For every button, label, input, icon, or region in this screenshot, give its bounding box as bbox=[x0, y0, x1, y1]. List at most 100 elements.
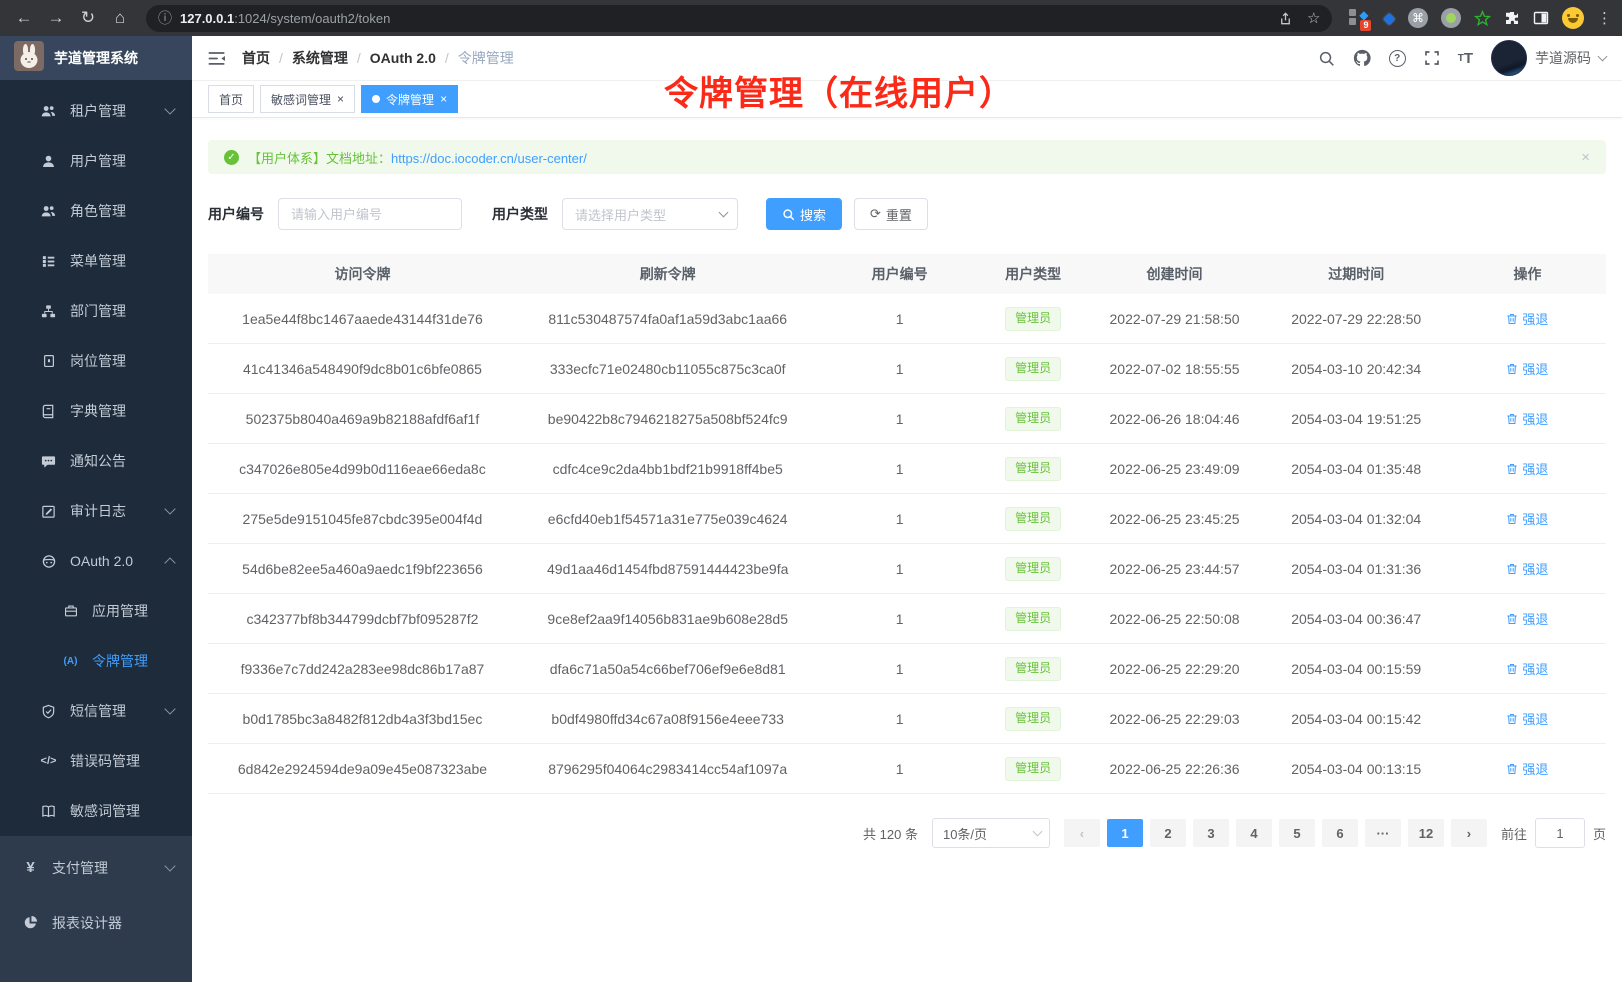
pager-page-button[interactable]: 12 bbox=[1408, 819, 1444, 847]
force-logout-button[interactable]: 强退 bbox=[1506, 609, 1548, 628]
access-token-cell: 502375b8040a469a9b82188afdf6af1f bbox=[208, 394, 517, 444]
access-token-cell: 1ea5e44f8bc1467aaede43144f31de76 bbox=[208, 294, 517, 344]
access-token-cell: 41c41346a548490f9dc8b01c6bfe0865 bbox=[208, 344, 517, 394]
user-id-input[interactable] bbox=[278, 198, 462, 230]
user-type-badge: 管理员 bbox=[1005, 657, 1061, 681]
fullscreen-icon[interactable] bbox=[1424, 50, 1440, 66]
force-logout-button[interactable]: 强退 bbox=[1506, 559, 1548, 578]
tab-item[interactable]: 敏感词管理× bbox=[260, 85, 355, 113]
tab-item[interactable]: 首页 bbox=[208, 85, 254, 113]
browser-home-button[interactable]: ⌂ bbox=[106, 4, 134, 32]
delete-trash-icon bbox=[1506, 513, 1518, 525]
force-logout-button[interactable]: 强退 bbox=[1506, 409, 1548, 428]
extension-command-icon[interactable]: ⌘ bbox=[1408, 8, 1428, 28]
tab-close-icon[interactable]: × bbox=[337, 93, 344, 105]
sidebar-item-label: 审计日志 bbox=[70, 501, 126, 521]
sidebar-collapse-icon[interactable] bbox=[208, 51, 226, 66]
create-time-cell: 2022-06-25 23:45:25 bbox=[1086, 494, 1264, 544]
tab-active[interactable]: 令牌管理× bbox=[361, 85, 458, 113]
pager-page-button[interactable]: 2 bbox=[1150, 819, 1186, 847]
browser-address-bar[interactable]: ⓘ 127.0.0.1:1024/system/oauth2/token ☆ bbox=[146, 5, 1332, 32]
sidebar-item-user[interactable]: 用户管理 bbox=[0, 136, 192, 186]
user-dropdown[interactable]: 芋道源码 bbox=[1491, 40, 1606, 76]
github-icon[interactable] bbox=[1353, 49, 1371, 67]
sidebar-item-oauth-face[interactable]: OAuth 2.0 bbox=[0, 536, 192, 586]
browser-reload-button[interactable]: ↻ bbox=[74, 4, 102, 32]
org-tree-icon bbox=[40, 304, 57, 319]
bookmark-star-icon[interactable]: ☆ bbox=[1307, 9, 1320, 27]
pager-page-button[interactable]: 5 bbox=[1279, 819, 1315, 847]
url-host: 127.0.0.1 bbox=[180, 11, 234, 26]
browser-profile-avatar[interactable] bbox=[1562, 7, 1584, 29]
extension-record-icon[interactable] bbox=[1441, 8, 1461, 28]
breadcrumb-item[interactable]: 首页 bbox=[242, 48, 270, 68]
extension-grid-icon[interactable]: ◆ 9 bbox=[1348, 7, 1370, 29]
pager-next-button[interactable]: › bbox=[1451, 819, 1487, 847]
force-logout-button[interactable]: 强退 bbox=[1506, 759, 1548, 778]
sidebar-item-org-tree[interactable]: 部门管理 bbox=[0, 286, 192, 336]
alert-close-icon[interactable]: × bbox=[1581, 149, 1590, 166]
breadcrumb-item[interactable]: OAuth 2.0 bbox=[370, 50, 436, 66]
pager-page-button[interactable]: 1 bbox=[1107, 819, 1143, 847]
refresh-token-cell: 811c530487574fa0af1a59d3abc1aa66 bbox=[517, 294, 819, 344]
sidebar-item-code[interactable]: </>错误码管理 bbox=[0, 736, 192, 786]
column-header: 用户类型 bbox=[981, 254, 1086, 294]
site-info-icon[interactable]: ⓘ bbox=[158, 8, 172, 28]
create-time-cell: 2022-06-25 23:44:57 bbox=[1086, 544, 1264, 594]
force-logout-button[interactable]: 强退 bbox=[1506, 309, 1548, 328]
pager-prev-button[interactable]: ‹ bbox=[1064, 819, 1100, 847]
pager-more[interactable]: ··· bbox=[1365, 819, 1401, 847]
app-logo[interactable]: 芋道管理系统 bbox=[0, 36, 192, 80]
goto-page-input[interactable] bbox=[1535, 818, 1585, 848]
chevron-down-icon bbox=[719, 208, 729, 218]
reset-button[interactable]: ⟳ 重置 bbox=[854, 198, 928, 230]
user-id-cell: 1 bbox=[818, 744, 980, 794]
user-type-select[interactable]: 请选择用户类型 bbox=[562, 198, 738, 230]
extension-star-icon[interactable] bbox=[1474, 10, 1491, 27]
sidebar-item-message[interactable]: 通知公告 bbox=[0, 436, 192, 486]
access-token-cell: c347026e805e4d99b0d116eae66eda8c bbox=[208, 444, 517, 494]
sidebar-item-yen[interactable]: ¥支付管理 bbox=[0, 840, 192, 895]
tab-label: 首页 bbox=[219, 91, 243, 108]
sidebar-item-pie[interactable]: 报表设计器 bbox=[0, 895, 192, 950]
browser-forward-button[interactable]: → bbox=[42, 4, 70, 32]
force-logout-button[interactable]: 强退 bbox=[1506, 459, 1548, 478]
pager-page-button[interactable]: 3 bbox=[1193, 819, 1229, 847]
font-size-icon[interactable]: TT bbox=[1458, 50, 1473, 67]
force-logout-button[interactable]: 强退 bbox=[1506, 709, 1548, 728]
share-icon[interactable] bbox=[1278, 11, 1293, 26]
sidebar-item-users[interactable]: 租户管理 bbox=[0, 86, 192, 136]
search-button[interactable]: 搜索 bbox=[766, 198, 842, 230]
pager-page-button[interactable]: 4 bbox=[1236, 819, 1272, 847]
sidebar-item-shield-check[interactable]: 短信管理 bbox=[0, 686, 192, 736]
browser-menu-icon[interactable]: ⋮ bbox=[1597, 9, 1612, 27]
pager-page-button[interactable]: 6 bbox=[1322, 819, 1358, 847]
extension-gem-icon[interactable]: ◆ bbox=[1383, 9, 1395, 27]
extensions-puzzle-icon[interactable] bbox=[1504, 10, 1520, 26]
help-icon[interactable]: ? bbox=[1389, 50, 1406, 67]
side-panel-icon[interactable] bbox=[1533, 10, 1549, 26]
search-icon[interactable] bbox=[1318, 50, 1335, 67]
sidebar-item-dict-book[interactable]: 字典管理 bbox=[0, 386, 192, 436]
column-header: 创建时间 bbox=[1086, 254, 1264, 294]
sidebar-item-badge[interactable]: 岗位管理 bbox=[0, 336, 192, 386]
browser-back-button[interactable]: ← bbox=[10, 4, 38, 32]
sidebar-item-edit-log[interactable]: 审计日志 bbox=[0, 486, 192, 536]
sidebar-item-role-users[interactable]: 角色管理 bbox=[0, 186, 192, 236]
alert-doc-link[interactable]: https://doc.iocoder.cn/user-center/ bbox=[391, 151, 587, 166]
sidebar-item-token-a[interactable]: (A)令牌管理 bbox=[0, 636, 192, 686]
sidebar-item-open-book[interactable]: 敏感词管理 bbox=[0, 786, 192, 836]
create-time-cell: 2022-06-25 22:29:03 bbox=[1086, 694, 1264, 744]
sidebar-item-menu-tree[interactable]: 菜单管理 bbox=[0, 236, 192, 286]
breadcrumb-item[interactable]: 系统管理 bbox=[292, 48, 348, 68]
force-logout-button[interactable]: 强退 bbox=[1506, 659, 1548, 678]
chevron-down-icon bbox=[1033, 827, 1043, 837]
force-logout-button[interactable]: 强退 bbox=[1506, 509, 1548, 528]
page-size-select[interactable]: 10条/页 bbox=[932, 818, 1050, 848]
force-logout-button[interactable]: 强退 bbox=[1506, 359, 1548, 378]
tab-close-icon[interactable]: × bbox=[440, 93, 447, 105]
sidebar-item-briefcase[interactable]: 应用管理 bbox=[0, 586, 192, 636]
sidebar-item-label: 支付管理 bbox=[52, 858, 108, 878]
table-header-row: 访问令牌刷新令牌用户编号用户类型创建时间过期时间操作 bbox=[208, 254, 1606, 294]
refresh-token-cell: e6cfd40eb1f54571a31e775e039c4624 bbox=[517, 494, 819, 544]
